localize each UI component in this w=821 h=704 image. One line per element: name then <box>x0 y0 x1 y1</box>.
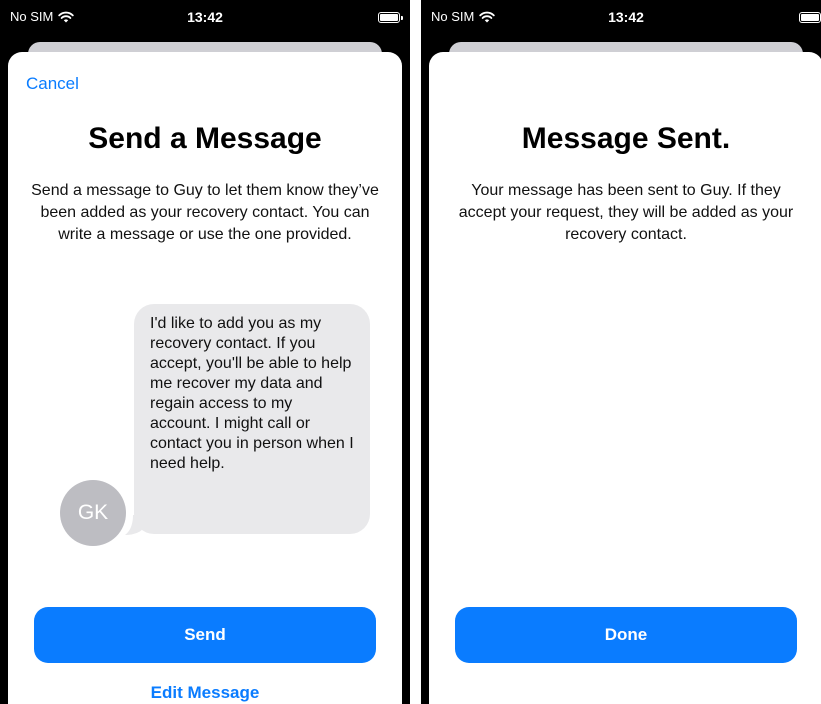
message-bubble: I'd like to add you as my recovery conta… <box>134 304 370 534</box>
bubble-tail-icon <box>125 515 143 535</box>
edit-message-button[interactable]: Edit Message <box>8 683 402 703</box>
status-time: 13:42 <box>187 9 223 25</box>
send-button[interactable]: Send <box>34 607 376 663</box>
send-message-screen: No SIM 13:42 Cancel Send a Message Send … <box>0 0 410 704</box>
page-title: Message Sent. <box>521 122 731 155</box>
modal-sheet: Cancel Send a Message Send a message to … <box>8 52 402 704</box>
done-button[interactable]: Done <box>455 607 797 663</box>
avatar: GK <box>60 480 126 546</box>
message-sent-screen: No SIM 13:42 Message Sent. Your message … <box>421 0 821 704</box>
status-time: 13:42 <box>608 9 644 25</box>
modal-sheet: Message Sent. Your message has been sent… <box>429 52 821 704</box>
page-description: Your message has been sent to Guy. If th… <box>458 182 794 243</box>
status-bar: No SIM 13:42 <box>421 0 821 36</box>
page-description: Send a message to Guy to let them know t… <box>31 182 379 243</box>
status-bar: No SIM 13:42 <box>0 0 410 36</box>
battery-icon <box>378 12 403 23</box>
page-title: Send a Message <box>88 122 322 155</box>
battery-icon <box>799 12 821 23</box>
cancel-button[interactable]: Cancel <box>26 74 79 94</box>
